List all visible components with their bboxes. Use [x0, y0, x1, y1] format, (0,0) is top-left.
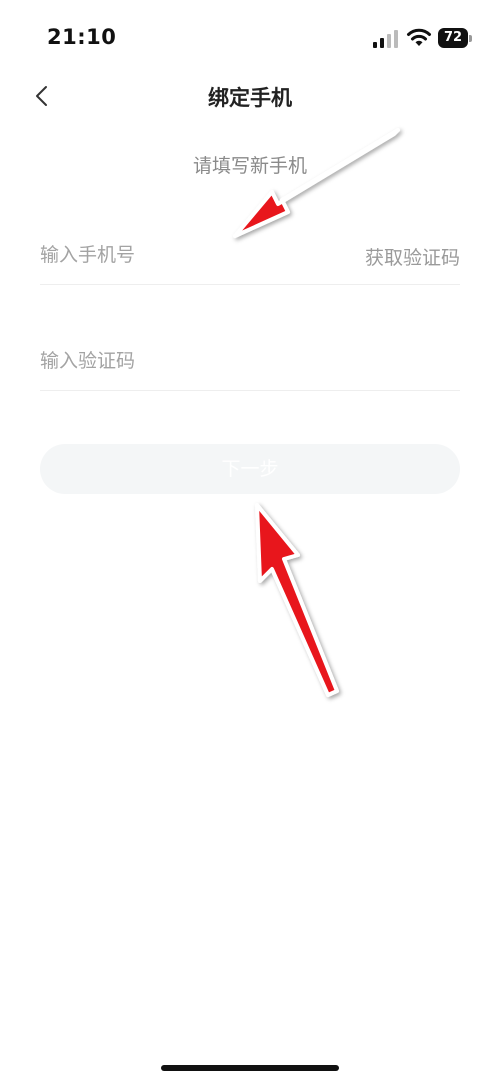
battery-level: 72: [438, 28, 468, 48]
home-indicator: [161, 1065, 339, 1071]
cellular-signal-icon: [373, 30, 398, 48]
battery-cap: [469, 35, 472, 42]
wifi-icon: [407, 28, 431, 46]
verification-code-input[interactable]: [40, 346, 440, 376]
code-field-row: [40, 334, 460, 391]
nav-bar: 绑定手机: [0, 70, 500, 122]
phone-field-row: 获取验证码: [40, 228, 460, 285]
form-subtitle: 请填写新手机: [192, 155, 307, 177]
annotation-arrow-bottom: [255, 503, 339, 697]
status-bar: 21:10 72: [0, 0, 500, 80]
get-code-button[interactable]: 获取验证码: [365, 243, 460, 270]
next-button[interactable]: 下一步: [40, 444, 460, 494]
phone-input[interactable]: [40, 240, 310, 270]
status-time: 21:10: [47, 25, 117, 49]
page-title: 绑定手机: [208, 86, 292, 110]
battery-icon: 72: [438, 28, 472, 48]
